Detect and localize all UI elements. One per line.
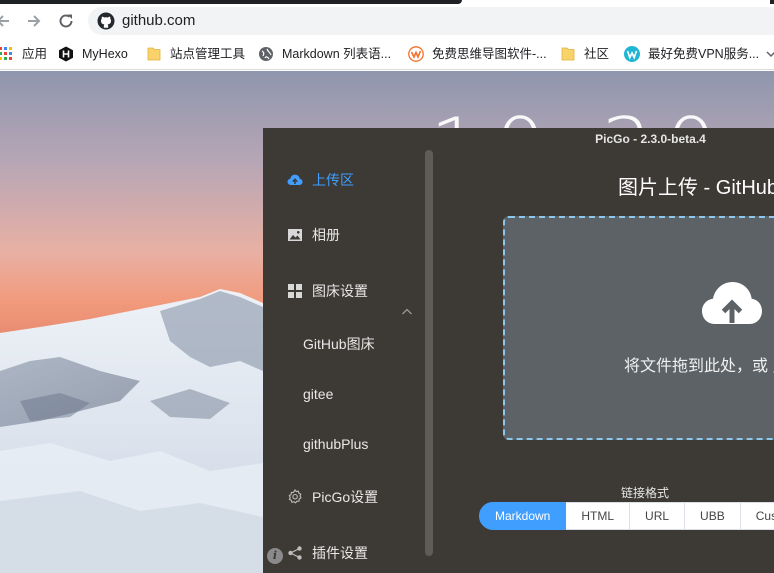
bookmark-community[interactable]: 社区 <box>560 45 609 63</box>
url-text: github.com <box>122 12 196 29</box>
chevron-up-icon[interactable] <box>401 307 413 317</box>
cloud-upload-icon <box>702 282 762 324</box>
folder-icon <box>561 47 575 61</box>
sidebar: 上传区 相册 图床设置 GitHub图床 gitee githubPlus Pi… <box>263 150 438 573</box>
bookmark-markdown[interactable]: Markdown 列表语... <box>258 45 391 63</box>
hexo-icon <box>59 46 73 62</box>
reload-button[interactable] <box>54 9 78 33</box>
page-title: 图片上传 - GitHub图床 <box>618 177 774 199</box>
bookmark-label: 社区 <box>584 47 610 61</box>
link-format-selector: Markdown HTML URL UBB Custom <box>479 502 774 530</box>
bookmark-label: MyHexo <box>82 47 128 61</box>
bookmark-apps[interactable]: 应用 <box>0 45 47 63</box>
sidebar-item-upload[interactable]: 上传区 <box>263 160 423 200</box>
format-option-url[interactable]: URL <box>630 502 686 530</box>
github-icon <box>97 12 115 30</box>
sidebar-subitem-githubplus[interactable]: githubPlus <box>303 434 368 454</box>
sidebar-item-label: 相册 <box>312 227 340 243</box>
link-format-label: 链接格式 <box>621 486 670 500</box>
bookmark-site-tools[interactable]: 站点管理工具 <box>146 45 245 63</box>
arrow-right-icon <box>28 15 41 27</box>
format-option-ubb[interactable]: UBB <box>685 502 741 530</box>
browser-toolbar: github.com <box>0 4 774 38</box>
cloud-upload-icon <box>287 174 303 185</box>
bookmark-vpn[interactable]: 最好免费VPN服务... <box>624 45 759 63</box>
sidebar-item-picgo-settings[interactable]: PicGo设置 <box>263 477 423 517</box>
bookmark-myhexo[interactable]: MyHexo <box>58 45 128 63</box>
picgo-window: PicGo - 2.3.0-beta.4 上传区 相册 图床设置 GitHub图… <box>263 128 774 573</box>
bookmark-label: Markdown 列表语... <box>282 47 392 61</box>
sidebar-item-label: 插件设置 <box>312 545 368 561</box>
bookmark-label: 免费思维导图软件-... <box>432 47 547 61</box>
vpn-icon <box>624 46 640 62</box>
bookmark-mindmap[interactable]: 免费思维导图软件-... <box>408 45 547 63</box>
forward-button[interactable] <box>22 9 46 33</box>
mindmap-icon <box>408 46 424 62</box>
arrow-left-icon <box>0 15 9 27</box>
sidebar-subitem-gitee[interactable]: gitee <box>303 384 333 404</box>
format-option-markdown[interactable]: Markdown <box>479 502 567 530</box>
grid-icon <box>288 284 302 298</box>
sidebar-item-plugin-settings[interactable]: 插件设置 <box>263 533 423 573</box>
bookmark-label: 站点管理工具 <box>170 47 246 61</box>
globe-icon <box>259 47 273 61</box>
bookmark-label: 最好免费VPN服务... <box>648 47 760 61</box>
reload-icon <box>59 14 73 28</box>
app-title: PicGo - 2.3.0-beta.4 <box>595 132 706 146</box>
sidebar-subitem-github[interactable]: GitHub图床 <box>303 334 375 354</box>
dropzone-text: 将文件拖到此处，或 点击上传 <box>624 358 774 375</box>
upload-dropzone[interactable]: 将文件拖到此处，或 点击上传 <box>503 216 774 440</box>
sidebar-item-label: 上传区 <box>312 172 354 188</box>
upload-panel: 图片上传 - GitHub图床 将文件拖到此处，或 点击上传 链接格式 Mark… <box>438 150 774 573</box>
bookmark-label: 应用 <box>22 47 48 61</box>
bookmarks-overflow[interactable] <box>766 45 774 63</box>
sidebar-item-label: 图床设置 <box>312 283 368 299</box>
info-icon[interactable]: i <box>267 548 283 564</box>
chevron-down-icon <box>766 51 774 58</box>
sidebar-item-label: PicGo设置 <box>312 489 379 505</box>
apps-grid-icon <box>0 47 12 60</box>
sidebar-scrollbar[interactable] <box>425 150 433 556</box>
sidebar-item-picbed-settings[interactable]: 图床设置 <box>263 271 423 311</box>
address-bar[interactable]: github.com <box>88 7 774 35</box>
back-button[interactable] <box>0 9 15 33</box>
folder-icon <box>147 47 161 61</box>
picture-icon <box>288 229 302 241</box>
share-icon <box>288 546 302 560</box>
gear-icon <box>288 489 302 504</box>
sidebar-item-gallery[interactable]: 相册 <box>263 215 423 255</box>
format-option-html[interactable]: HTML <box>566 502 631 530</box>
bookmarks-bar: 应用 MyHexo 站点管理工具 Markdown 列表语... 免费思维导图软… <box>0 38 774 70</box>
format-option-custom[interactable]: Custom <box>740 502 774 530</box>
app-titlebar[interactable]: PicGo - 2.3.0-beta.4 <box>263 128 774 150</box>
